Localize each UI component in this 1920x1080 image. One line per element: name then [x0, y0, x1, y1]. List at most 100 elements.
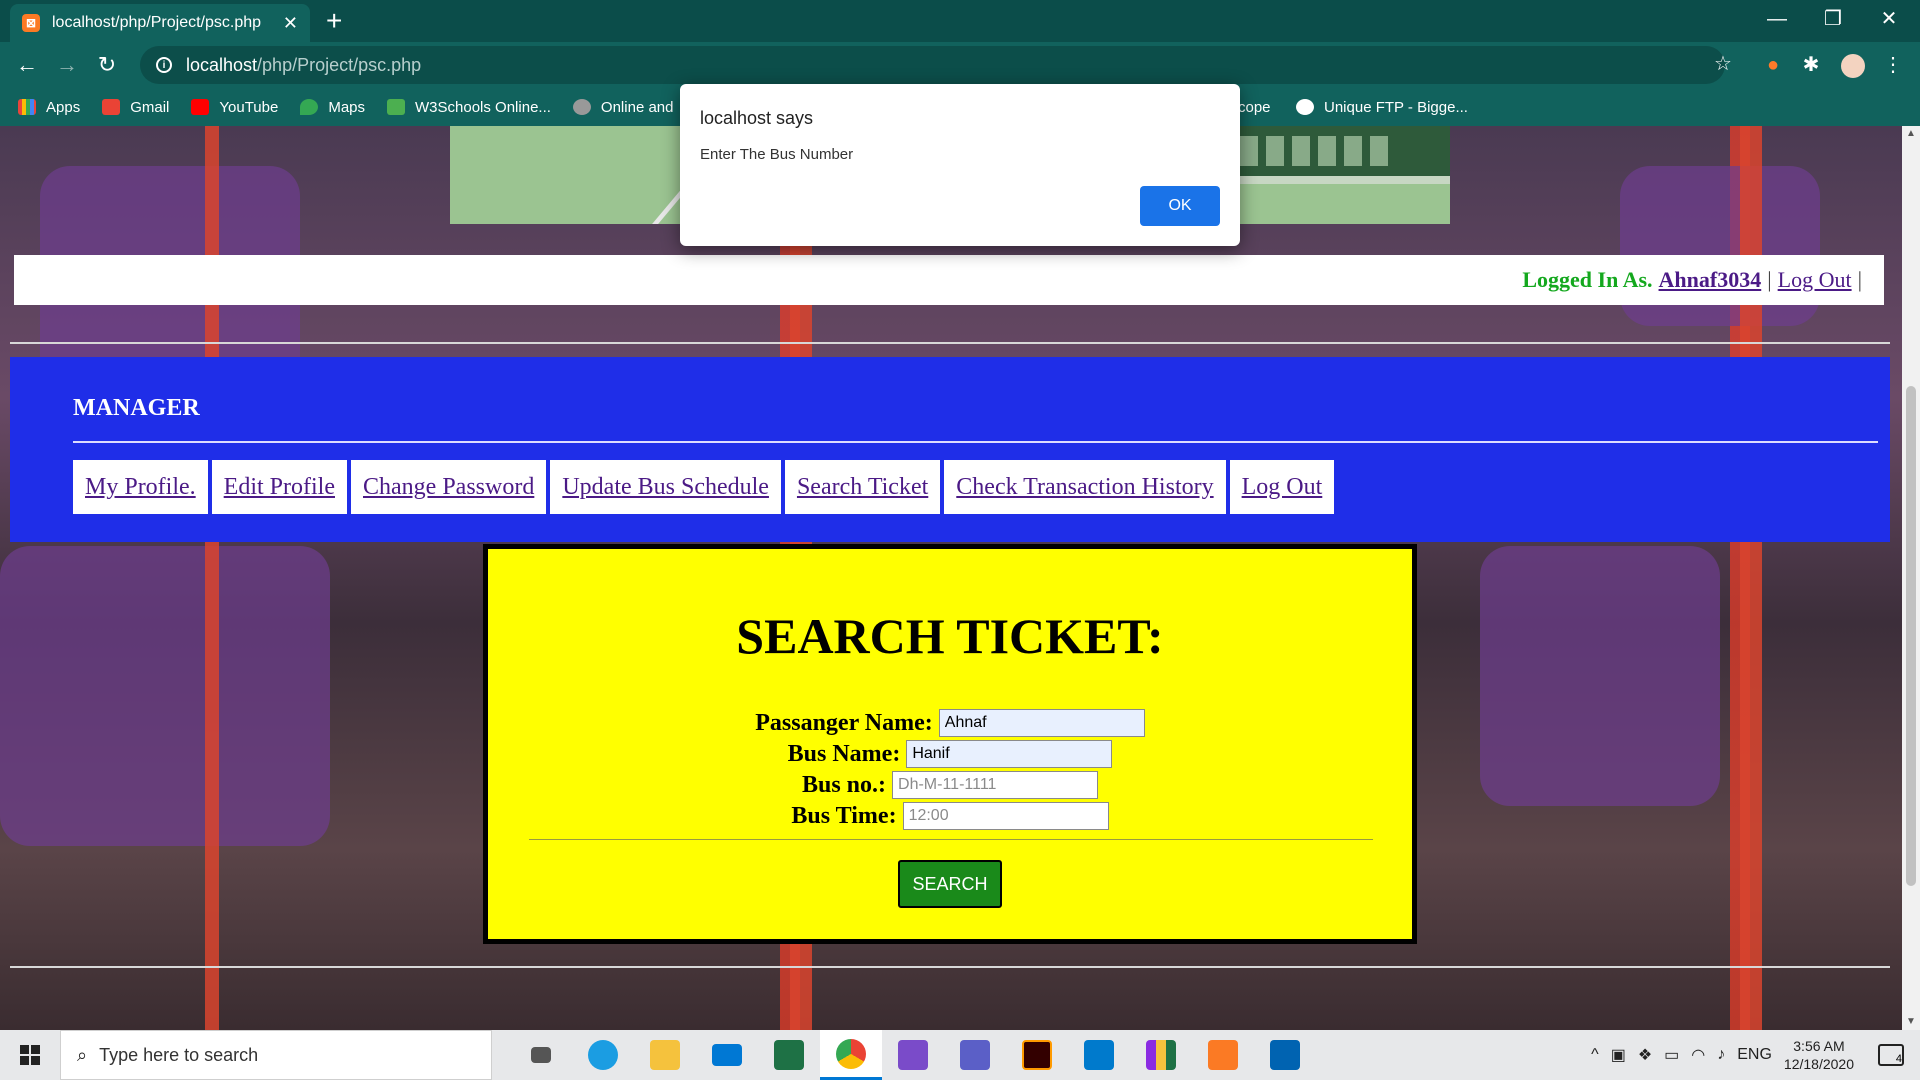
bookmark-youtube[interactable]: YouTube [191, 99, 278, 116]
profile-avatar-icon[interactable] [1838, 50, 1868, 80]
divider [529, 839, 1373, 840]
info-icon[interactable]: i [156, 57, 172, 73]
passenger-name-input[interactable] [938, 709, 1145, 737]
bookmark-online[interactable]: Online and [572, 99, 673, 116]
scroll-up-icon[interactable]: ▲ [1902, 126, 1920, 142]
alert-ok-button[interactable]: OK [1140, 186, 1220, 226]
window-minimize-button[interactable]: — [1752, 4, 1802, 34]
manager-title: MANAGER [73, 395, 200, 421]
menu-item-my-profile[interactable]: My Profile. [73, 460, 208, 514]
edge-icon[interactable] [572, 1030, 634, 1080]
illustrator-icon[interactable] [1006, 1030, 1068, 1080]
manager-menu: My Profile. Edit Profile Change Password… [73, 460, 1338, 514]
extension-fox-icon[interactable]: ● [1758, 50, 1788, 80]
browser-toolbar: ← → ↻ i localhost/php/Project/psc.php ☆ … [0, 42, 1920, 88]
search-ticket-title: SEARCH TICKET: [736, 608, 1164, 664]
chrome-icon[interactable] [820, 1030, 882, 1080]
chevron-up-icon[interactable]: ^ [1591, 1046, 1599, 1064]
taskbar-search-box[interactable]: ⌕ Type here to search [60, 1030, 492, 1080]
bus-number-label: Bus no.: [801, 771, 887, 798]
banner-bus [1210, 126, 1450, 184]
clock-date: 12/18/2020 [1783, 1056, 1854, 1072]
visual-studio-icon[interactable] [882, 1030, 944, 1080]
dropbox-icon[interactable]: ❖ [1638, 1045, 1652, 1065]
window-close-button[interactable]: ✕ [1864, 4, 1914, 34]
system-tray: ^ ▣ ❖ ▭ ◠ ♪ ENG 3:56 AM 12/18/2020 4 [1591, 1030, 1920, 1080]
bus-time-input[interactable] [902, 802, 1109, 830]
menu-item-check-transaction-history[interactable]: Check Transaction History [944, 460, 1226, 514]
taskbar-search-placeholder: Type here to search [99, 1044, 259, 1065]
apps-grid-icon [18, 99, 36, 115]
divider [10, 342, 1890, 344]
bookmark-unique-ftp[interactable]: Unique FTP - Bigge... [1296, 99, 1468, 116]
menu-item-log-out[interactable]: Log Out [1229, 460, 1335, 514]
bookmark-star-icon[interactable]: ☆ [1708, 49, 1738, 79]
teams-icon[interactable] [944, 1030, 1006, 1080]
extensions-puzzle-icon[interactable]: ✱ [1796, 50, 1826, 80]
w3schools-icon [387, 99, 406, 115]
bookmark-gmail[interactable]: Gmail [102, 99, 169, 116]
bookmark-w3schools[interactable]: W3Schools Online... [387, 99, 551, 116]
battery-icon[interactable]: ▭ [1664, 1045, 1679, 1065]
forward-arrow-icon[interactable]: → [52, 50, 82, 80]
menu-item-change-password[interactable]: Change Password [351, 460, 547, 514]
xampp-icon[interactable] [1192, 1030, 1254, 1080]
windows-taskbar: ⌕ Type here to search ^ ▣ ❖ ▭ ◠ ♪ ENG 3:… [0, 1030, 1920, 1080]
back-arrow-icon[interactable]: ← [12, 50, 42, 80]
new-tab-button[interactable]: + [326, 6, 342, 36]
windows-logo-icon [20, 1045, 40, 1065]
browser-tab[interactable]: ⊠ localhost/php/Project/psc.php ✕ [10, 4, 310, 42]
scroll-thumb[interactable] [1906, 386, 1916, 886]
reload-icon[interactable]: ↻ [92, 50, 122, 80]
address-bar[interactable]: i localhost/php/Project/psc.php [140, 46, 1725, 84]
winrar-icon[interactable] [1130, 1030, 1192, 1080]
mail-icon[interactable] [696, 1030, 758, 1080]
divider [73, 441, 1878, 443]
page-scrollbar[interactable]: ▲ ▼ [1902, 126, 1920, 1030]
maps-pin-icon [300, 99, 319, 115]
vscode-icon[interactable] [1068, 1030, 1130, 1080]
start-button[interactable] [0, 1030, 60, 1080]
passenger-name-row: Passanger Name: [488, 709, 1412, 737]
bookmark-maps[interactable]: Maps [300, 99, 365, 116]
tab-close-icon[interactable]: ✕ [283, 13, 298, 34]
file-explorer-icon[interactable] [634, 1030, 696, 1080]
volume-icon[interactable]: ♪ [1717, 1046, 1725, 1064]
separator: | [1857, 267, 1862, 292]
background-seat [0, 546, 330, 846]
gmail-icon [102, 99, 121, 115]
username-link[interactable]: Ahnaf3034 [1659, 267, 1762, 293]
bus-name-row: Bus Name: [488, 740, 1412, 768]
task-view-icon[interactable] [510, 1030, 572, 1080]
alert-dialog: localhost says Enter The Bus Number OK [680, 84, 1240, 246]
menu-item-search-ticket[interactable]: Search Ticket [784, 460, 941, 514]
language-indicator[interactable]: ENG [1737, 1046, 1772, 1064]
bus-name-label: Bus Name: [787, 740, 901, 767]
window-restore-button[interactable]: ❐ [1808, 4, 1858, 34]
photos-icon[interactable] [1254, 1030, 1316, 1080]
alert-message: Enter The Bus Number [700, 146, 854, 163]
bus-name-input[interactable] [906, 740, 1113, 768]
search-button[interactable]: SEARCH [898, 860, 1002, 908]
divider [10, 966, 1890, 968]
menu-item-update-bus-schedule[interactable]: Update Bus Schedule [550, 460, 781, 514]
bus-number-input[interactable] [892, 771, 1099, 799]
bookmark-apps[interactable]: Apps [18, 99, 80, 116]
url-path: /php/Project/psc.php [257, 54, 422, 75]
taskbar-clock[interactable]: 3:56 AM 12/18/2020 [1784, 1037, 1854, 1073]
logged-in-label: Logged In As. [1522, 267, 1653, 292]
scroll-down-icon[interactable]: ▼ [1902, 1014, 1920, 1030]
excel-icon[interactable] [758, 1030, 820, 1080]
menu-item-edit-profile[interactable]: Edit Profile [211, 460, 347, 514]
bookmark-scope[interactable]: cope [1238, 99, 1271, 116]
device-icon[interactable]: ▣ [1611, 1045, 1626, 1065]
url-host: localhost [186, 54, 258, 75]
page-viewport: Logged In As. Ahnaf3034 | Log Out | MANA… [0, 126, 1902, 1030]
bus-time-row: Bus Time: [488, 802, 1412, 830]
notification-icon[interactable]: 4 [1878, 1044, 1904, 1066]
logout-link[interactable]: Log Out [1778, 267, 1852, 293]
youtube-icon [191, 99, 210, 115]
wifi-icon[interactable]: ◠ [1691, 1045, 1705, 1065]
menu-kebab-icon[interactable]: ⋮ [1878, 50, 1908, 80]
globe-icon [572, 99, 591, 115]
